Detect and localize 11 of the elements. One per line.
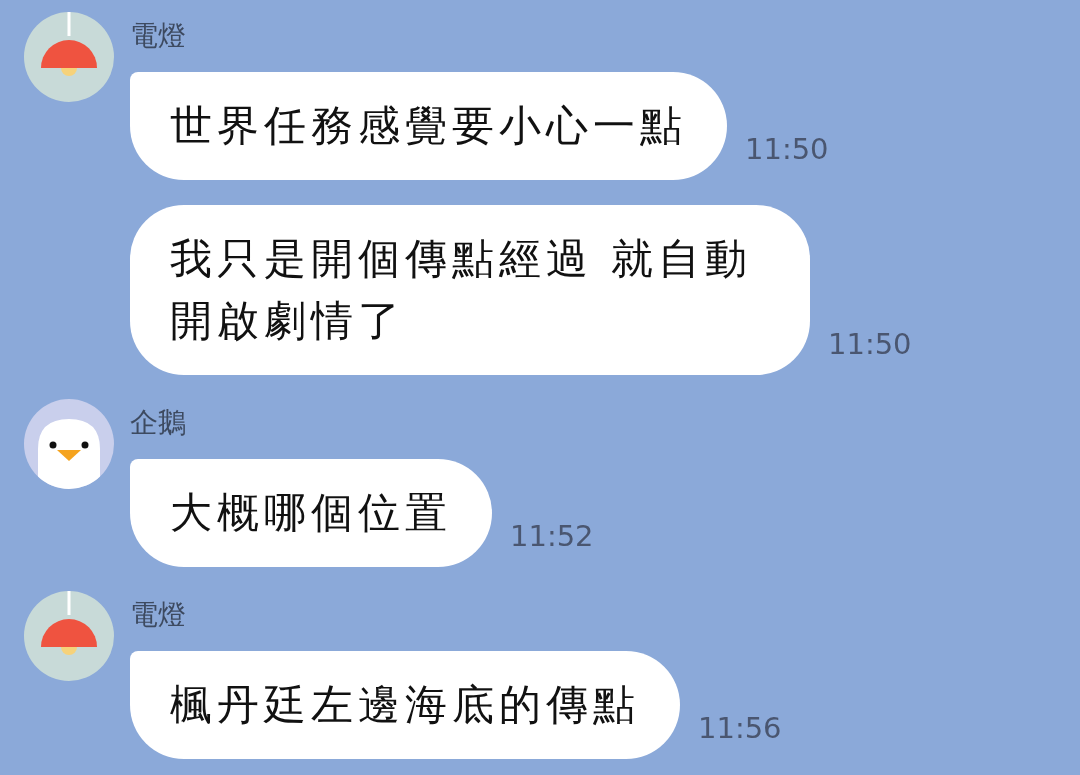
sender-name: 電燈: [130, 18, 186, 54]
message-bubble: 我只是開個傳點經過 就自動開啟劇情了: [130, 205, 810, 375]
message-bubble: 楓丹廷左邊海底的傳點: [130, 651, 680, 759]
sender-name: 電燈: [130, 597, 186, 633]
message-bubble: 大概哪個位置: [130, 459, 492, 567]
message-time: 11:50: [745, 132, 829, 166]
message-bubble: 世界任務感覺要小心一點: [130, 72, 727, 180]
message-time: 11:56: [698, 711, 782, 745]
message-time: 11:52: [510, 519, 594, 553]
message-time: 11:50: [828, 327, 912, 361]
sender-name: 企鵝: [130, 405, 186, 441]
